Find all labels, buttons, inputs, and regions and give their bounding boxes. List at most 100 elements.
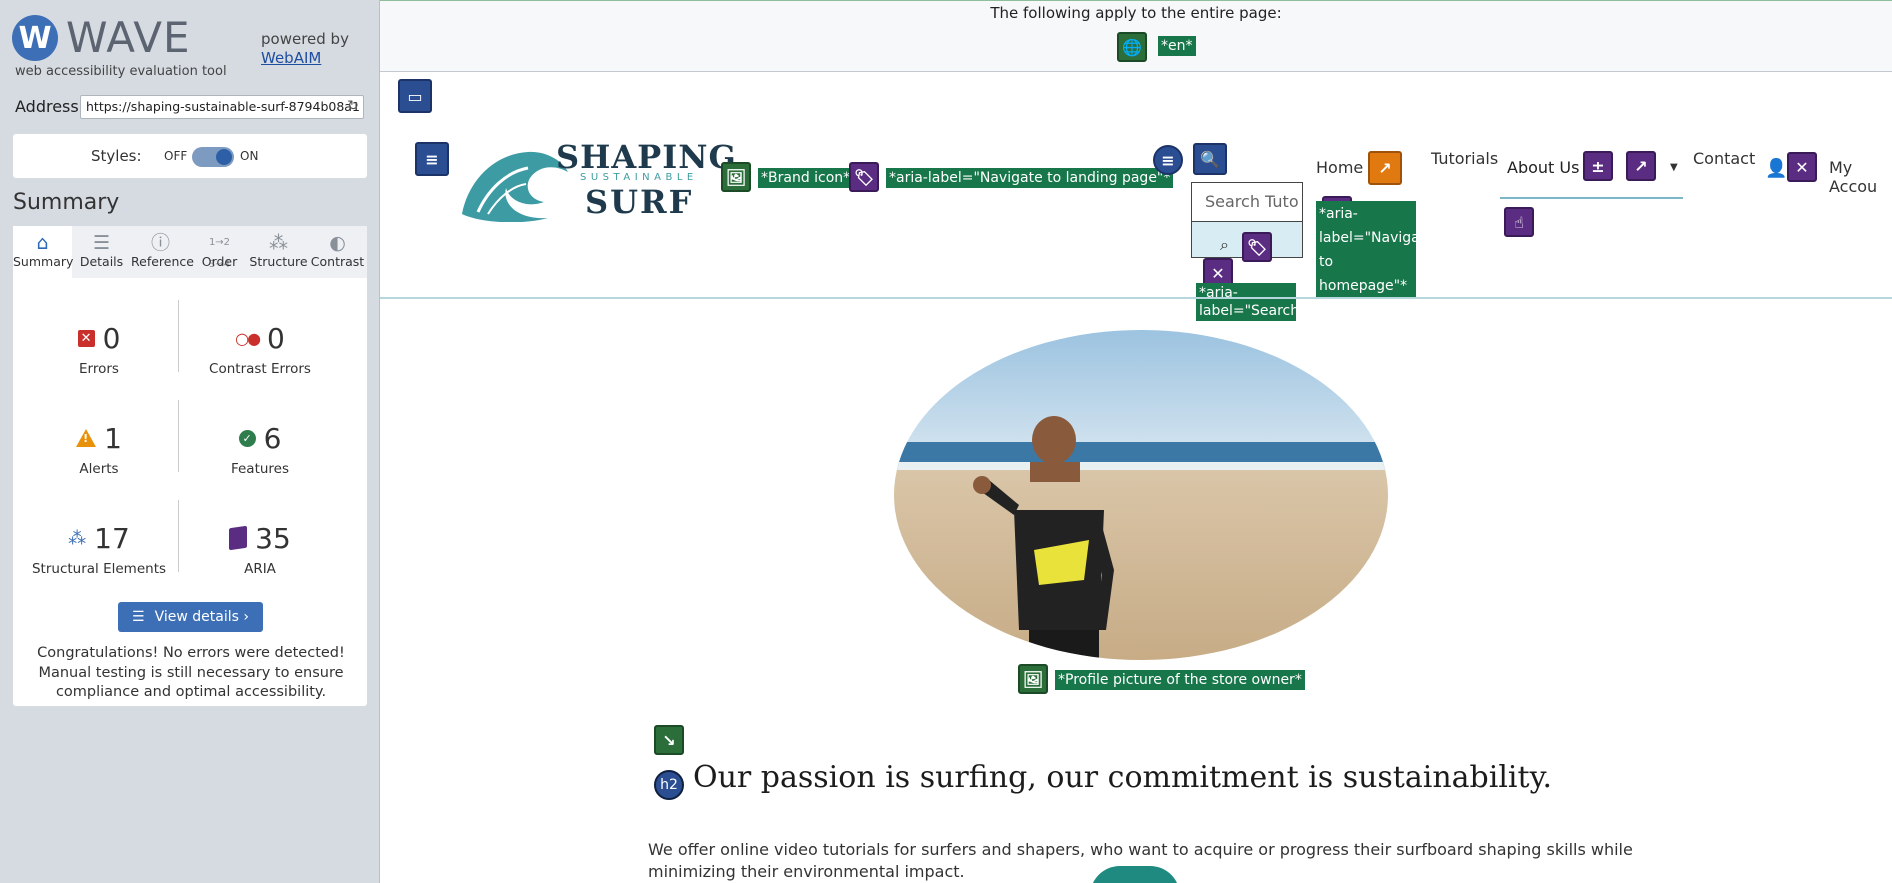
contrast-error-icon: ○●	[235, 328, 261, 348]
aria-icon	[229, 525, 248, 551]
refresh-icon[interactable]: ↻	[347, 98, 359, 114]
tab-label: Reference	[131, 254, 194, 269]
aria-hidden-icon[interactable]: ✕	[1787, 152, 1817, 182]
alerts-stat[interactable]: ! 1 Alerts	[19, 421, 179, 477]
nav-home-aria-tag: *aria-label="Navigate to homepage"*	[1316, 201, 1434, 299]
brand-title-surf: SURF	[585, 183, 694, 221]
tab-reference[interactable]: ⓘ Reference	[131, 226, 194, 278]
congrats-message: Congratulations! No errors were detected…	[37, 645, 345, 700]
aria-popup-icon[interactable]: ↗	[1626, 151, 1656, 181]
styles-toggle[interactable]	[192, 147, 234, 167]
aria-count: 35	[255, 521, 291, 555]
linked-image-icon[interactable]: 🖼	[721, 162, 751, 192]
brand-logo[interactable]: SHAPING SUSTAINABLE SURF	[458, 138, 736, 223]
section-heading: Our passion is surfing, our commitment i…	[693, 760, 1553, 795]
tab-label: Details	[79, 254, 124, 269]
tab-details[interactable]: ☰ Details	[72, 226, 131, 278]
feature-check-icon: ✓	[238, 429, 256, 447]
nav-region-icon[interactable]: ≡	[415, 142, 449, 176]
address-label: Address:	[15, 97, 85, 116]
styles-label: Styles:	[91, 147, 142, 165]
profile-photo-image	[894, 330, 1388, 660]
nav-landing-tag: *aria-label="Navigate to landing page"*	[886, 168, 1174, 188]
styles-on-label: ON	[240, 149, 259, 163]
search-region-icon[interactable]: 🔍	[1193, 143, 1227, 175]
wave-sidebar: W WAVE web accessibility evaluation tool…	[0, 0, 380, 883]
list-icon: ☰	[132, 609, 145, 625]
errors-stat[interactable]: ✕ 0 Errors	[19, 321, 179, 377]
toggle-knob	[216, 149, 232, 165]
structure-icon: ⁂	[269, 232, 288, 254]
tab-label: Structure	[249, 254, 308, 269]
nav-my-account[interactable]: My Accou	[1829, 158, 1892, 196]
powered-by-text: powered by	[261, 30, 349, 48]
contrast-errors-label: Contrast Errors	[209, 361, 311, 377]
tab-label: Summary	[13, 254, 74, 269]
wave-logo-icon: W	[12, 15, 58, 61]
contrast-errors-stat[interactable]: ○● 0 Contrast Errors	[180, 321, 340, 378]
brand-icon-tag: *Brand icon*	[758, 168, 854, 188]
alerts-count: 1	[104, 421, 122, 455]
nav-about-us[interactable]: About Us	[1507, 158, 1579, 177]
address-input[interactable]: https://shaping-sustainable-surf-8794b08…	[80, 95, 364, 119]
evaluated-page: The following apply to the entire page: …	[380, 0, 1892, 883]
features-label: Features	[230, 461, 290, 477]
summary-heading: Summary	[13, 190, 120, 215]
alert-redundant-link-icon[interactable]: ↗	[1368, 151, 1402, 185]
info-icon: ⓘ	[150, 232, 170, 254]
active-nav-underline	[1500, 197, 1683, 199]
nav-tutorials[interactable]: Tutorials	[1431, 149, 1498, 168]
wave-logo-text: WAVE	[66, 13, 191, 62]
list-structure-icon[interactable]: ≡	[1153, 145, 1183, 175]
image-alt-icon[interactable]: 🖼	[1018, 664, 1048, 694]
aria-label: ARIA	[244, 561, 276, 577]
tab-order[interactable]: 1→2 3→4 Order	[190, 226, 249, 278]
structural-count: 17	[94, 521, 130, 555]
aria-stat[interactable]: 35 ARIA	[180, 521, 340, 577]
styles-off-label: OFF	[164, 149, 188, 163]
features-stat[interactable]: ✓ 6 Features	[180, 421, 340, 478]
skip-target-icon[interactable]: ↘	[654, 725, 684, 755]
features-count: 6	[263, 421, 282, 455]
profile-picture	[894, 330, 1388, 660]
h2-badge-icon[interactable]: h2	[654, 770, 684, 800]
page-level-bar: The following apply to the entire page: …	[380, 0, 1892, 72]
tab-structure[interactable]: ⁂ Structure	[249, 226, 308, 278]
header-divider	[380, 297, 1892, 299]
aria-menu-icon[interactable]: ☝	[1504, 207, 1534, 237]
view-details-button[interactable]: ☰ View details ›	[118, 602, 263, 632]
alerts-label: Alerts	[79, 461, 119, 477]
search-aria-tag: *aria-label="Search"*	[1196, 283, 1313, 321]
nav-home[interactable]: Home	[1316, 158, 1363, 177]
apply-text: The following apply to the entire page:	[990, 4, 1282, 22]
structural-stat[interactable]: ⁂ 17 Structural Elements	[19, 521, 179, 578]
search-input[interactable]: Search Tuto	[1191, 182, 1303, 222]
tab-label: Contrast	[310, 254, 365, 269]
errors-count: 0	[102, 321, 121, 355]
brand-title-sustainable: SUSTAINABLE	[580, 172, 698, 183]
wave-tabs: ⌂ Summary ☰ Details ⓘ Reference 1→2 3→4 Order…	[13, 226, 367, 278]
nav-contact[interactable]: Contact	[1693, 149, 1755, 168]
contrast-icon: ◐	[329, 232, 346, 254]
header-region-icon[interactable]: ▭	[398, 79, 432, 113]
aria-label-icon[interactable]: 🏷	[1242, 232, 1272, 262]
dropdown-caret-icon[interactable]: ▼	[1670, 162, 1678, 173]
profile-picture-tag: *Profile picture of the store owner*	[1055, 670, 1305, 690]
tab-contrast[interactable]: ◐ Contrast	[308, 226, 367, 278]
aria-label-icon[interactable]: 🏷	[849, 162, 879, 192]
structure-icon: ⁂	[68, 527, 87, 549]
search-placeholder: Search Tuto	[1205, 192, 1299, 211]
language-icon[interactable]: 🌐	[1117, 32, 1147, 62]
tab-summary[interactable]: ⌂ Summary	[13, 226, 74, 278]
powered-by: powered by WebAIM	[261, 30, 349, 68]
search-icon: ⌕	[1220, 235, 1229, 254]
wave-logo-subtitle: web accessibility evaluation tool	[15, 64, 227, 79]
structural-label: Structural Elements	[31, 561, 167, 577]
webaim-link[interactable]: WebAIM	[261, 49, 321, 67]
brand-title-shaping: SHAPING	[556, 138, 737, 176]
list-icon: ☰	[92, 232, 111, 254]
styles-toggle-box: Styles: OFF ON	[13, 134, 367, 178]
aria-expanded-icon[interactable]: ±	[1583, 151, 1613, 181]
user-icon[interactable]: 👤	[1765, 158, 1787, 179]
contrast-errors-count: 0	[267, 321, 285, 355]
